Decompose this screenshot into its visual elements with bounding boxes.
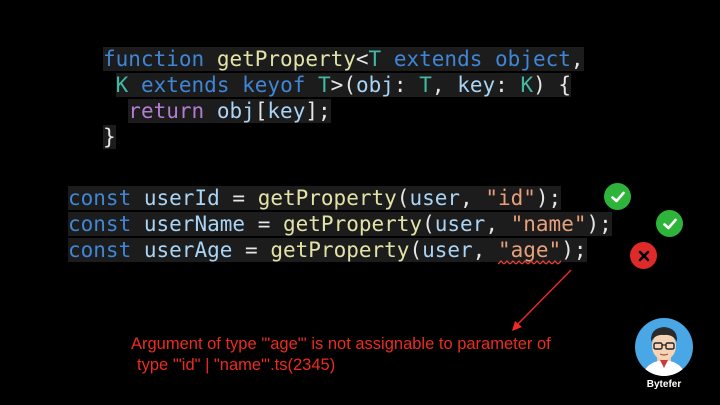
error-message: Argument of type '"age"' is not assignab… [131,334,551,376]
avatar-icon [635,318,693,376]
brand-name: Bytefer [646,379,682,390]
error-line-1: Argument of type '"age"' is not assignab… [131,335,551,353]
error-line-2: type '"id" | "name"'.ts(2345) [137,356,336,374]
